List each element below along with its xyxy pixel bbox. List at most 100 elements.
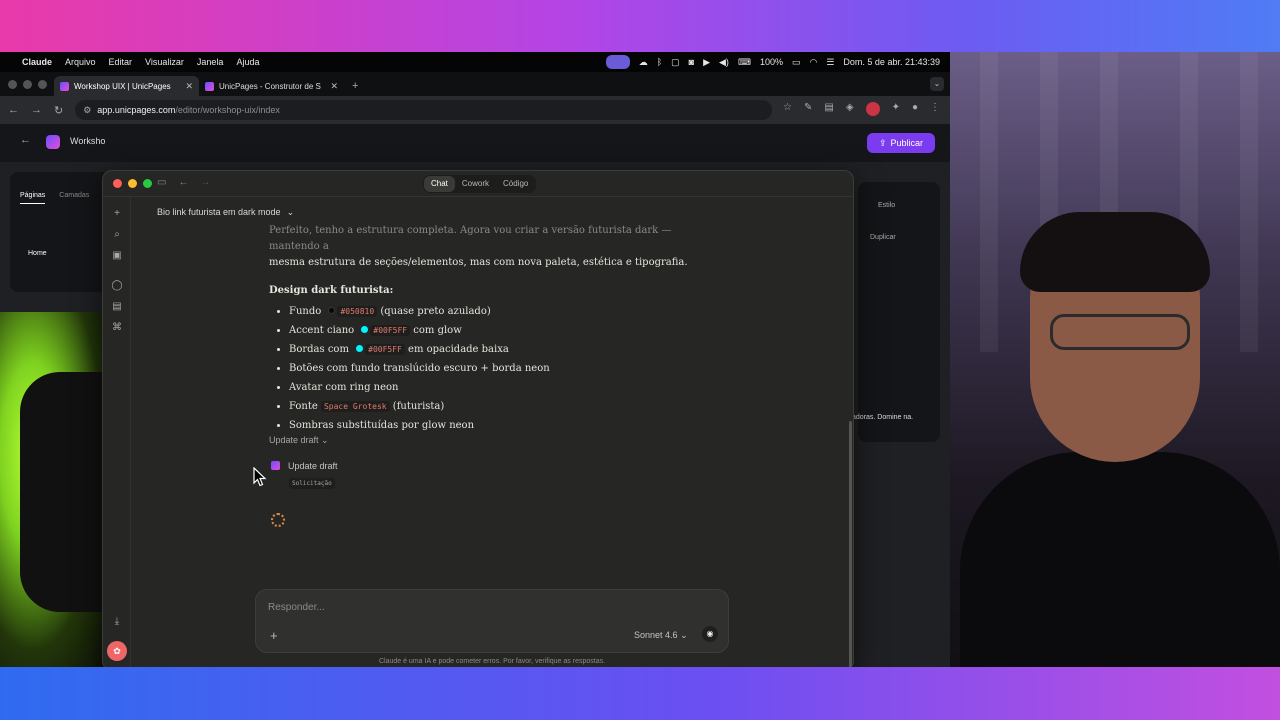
close-tab-icon[interactable]: ✕ (330, 81, 338, 92)
bullet-text: Accent ciano (289, 325, 355, 336)
bullet-text: Botões com fundo translúcido escuro + bo… (289, 363, 550, 374)
code-icon[interactable]: ⌘ (110, 321, 124, 335)
message-composer[interactable]: Responder... + Sonnet 4.6 ⌄ ◉ (255, 589, 729, 653)
browser-minimize-button[interactable] (23, 80, 32, 89)
browser-tabstrip: Workshop UIX | UnicPages ✕ UnicPages - C… (0, 72, 950, 96)
claude-close-button[interactable] (113, 179, 122, 188)
color-swatch (361, 326, 369, 333)
user-avatar[interactable]: ✿ (107, 641, 127, 661)
chevron-down-icon: ⌄ (321, 435, 329, 445)
claude-window-controls (113, 179, 152, 188)
inline-code: Space Grotesk (320, 401, 390, 412)
publish-button[interactable]: ⇪ Publicar (867, 133, 935, 153)
list-item: Accent ciano #00F5FF com glow (289, 321, 699, 340)
search-icon[interactable]: ⌕ (110, 228, 124, 242)
extension-icon[interactable]: ▤ (824, 102, 833, 116)
claude-back-arrow-icon[interactable]: ← (178, 177, 188, 188)
menu-editar[interactable]: Editar (109, 57, 133, 67)
wifi-icon[interactable]: ◠ (809, 57, 817, 68)
tab-cowork[interactable]: Cowork (455, 176, 496, 192)
attach-plus-icon[interactable]: + (270, 628, 278, 643)
editor-properties-panel: Estilo Duplicar adoras. Domine na. (852, 182, 940, 442)
tool-request-badge[interactable]: Solicitação (289, 478, 335, 489)
properties-snippet-text: adoras. Domine na. (852, 414, 914, 421)
play-icon[interactable]: ▶ (703, 57, 710, 68)
bullet-text: Avatar com ring neon (289, 382, 399, 393)
conversation-title[interactable]: Bio link futurista em dark mode ⌄ (157, 207, 294, 218)
menubar-clock[interactable]: Dom. 5 de abr. 21:43:39 (843, 57, 940, 67)
tab-paginas[interactable]: Páginas (20, 192, 46, 204)
update-toggle-label: Update draft (269, 435, 319, 445)
update-draft-toggle[interactable]: Update draft ⌄ (269, 435, 329, 446)
address-bar[interactable]: ⚙ app.unicpages.com /editor/workshop-uix… (75, 100, 772, 120)
browser-menu-icon[interactable]: ⋮ (930, 102, 940, 116)
site-info-icon[interactable]: ⚙ (83, 105, 91, 116)
keyboard-icon[interactable]: ⌨ (738, 57, 751, 68)
model-selector[interactable]: Sonnet 4.6 ⌄ (634, 630, 688, 641)
projects-icon[interactable]: ▣ (110, 249, 124, 263)
browser-profile-icon[interactable]: ● (912, 102, 918, 116)
extension-icon[interactable]: ◈ (846, 102, 854, 116)
browser-close-button[interactable] (8, 80, 17, 89)
battery-icon[interactable]: ▭ (792, 57, 801, 68)
claude-zoom-button[interactable] (143, 179, 152, 188)
tab-title: UnicPages - Construtor de S (219, 81, 321, 91)
menubar-tray: ☁ ᛒ ▢ ◙ ▶ ◀) ⌨ 100% ▭ ◠ ☰ Dom. 5 de abr.… (605, 52, 940, 72)
close-tab-icon[interactable]: ✕ (185, 81, 193, 92)
menu-visualizar[interactable]: Visualizar (145, 57, 184, 67)
new-chat-icon[interactable]: + (110, 207, 124, 221)
tab-chat[interactable]: Chat (424, 176, 455, 192)
bullet-text: Fonte (289, 401, 318, 412)
menu-arquivo[interactable]: Arquivo (65, 57, 96, 67)
menu-app-name[interactable]: Claude (22, 57, 52, 67)
editor-topbar: ← Worksho ⇪ Publicar (0, 124, 950, 162)
extension-avatar-icon[interactable] (865, 102, 880, 116)
sidebar-toggle-icon[interactable]: ▭ (157, 177, 166, 188)
control-center-icon[interactable]: ☰ (826, 57, 834, 68)
display-icon[interactable]: ▢ (671, 57, 680, 68)
browser-zoom-button[interactable] (38, 80, 47, 89)
extension-icon[interactable]: ✎ (804, 102, 812, 116)
artifacts-icon[interactable]: ▤ (110, 300, 124, 314)
bookmark-star-icon[interactable]: ☆ (783, 102, 792, 116)
extensions-puzzle-icon[interactable]: ✦ (892, 102, 900, 116)
tab-search-chevron-icon[interactable]: ⌄ (930, 77, 944, 91)
inline-code: #00F5FF (370, 325, 411, 336)
page-item-home[interactable]: Home (28, 250, 110, 257)
unicpages-favicon-icon (205, 81, 214, 91)
editor-back-arrow-icon[interactable]: ← (20, 134, 31, 146)
tab-estilo[interactable]: Estilo (878, 202, 895, 209)
menu-janela[interactable]: Janela (197, 57, 224, 67)
voice-mode-icon[interactable]: ◉ (702, 626, 718, 642)
claude-titlebar: ▭ ← → Chat Cowork Código (103, 171, 853, 197)
browser-tab-unicpages[interactable]: UnicPages - Construtor de S ✕ (199, 76, 344, 96)
tab-camadas[interactable]: Camadas (59, 192, 89, 204)
menu-ajuda[interactable]: Ajuda (236, 57, 259, 67)
cloud-icon[interactable]: ☁ (639, 57, 648, 68)
list-item: Fonte Space Grotesk (futurista) (289, 397, 699, 416)
screenshot-icon[interactable]: ◙ (689, 57, 694, 67)
chats-icon[interactable]: ◯ (110, 279, 124, 293)
mode-switcher: Chat Cowork Código (423, 175, 537, 193)
mouse-cursor-icon (253, 467, 267, 487)
composer-placeholder[interactable]: Responder... (268, 602, 325, 613)
bullet-text: Sombras substituídas por glow neon (289, 420, 475, 431)
back-arrow-icon[interactable]: ← (8, 104, 19, 116)
forward-arrow-icon[interactable]: → (31, 104, 42, 116)
presenter-body (960, 452, 1280, 667)
claude-forward-arrow-icon[interactable]: → (200, 177, 210, 188)
claude-minimize-button[interactable] (128, 179, 137, 188)
volume-icon[interactable]: ◀) (719, 57, 729, 68)
new-tab-icon[interactable]: + (344, 80, 366, 96)
bluetooth-icon[interactable]: ᛒ (657, 57, 662, 67)
inline-code: #050810 (337, 306, 378, 317)
download-icon[interactable]: ⤓ (110, 615, 124, 629)
list-item: Botões com fundo translúcido escuro + bo… (289, 359, 699, 378)
duplicate-button[interactable]: Duplicar (870, 234, 896, 241)
browser-tab-workshop[interactable]: Workshop UIX | UnicPages ✕ (54, 76, 199, 96)
screen-record-icon[interactable] (605, 55, 630, 69)
reload-icon[interactable]: ↻ (54, 104, 63, 117)
conversation-scrollbar[interactable] (849, 421, 852, 667)
chevron-down-icon: ⌄ (680, 630, 688, 640)
tab-codigo[interactable]: Código (496, 176, 535, 192)
